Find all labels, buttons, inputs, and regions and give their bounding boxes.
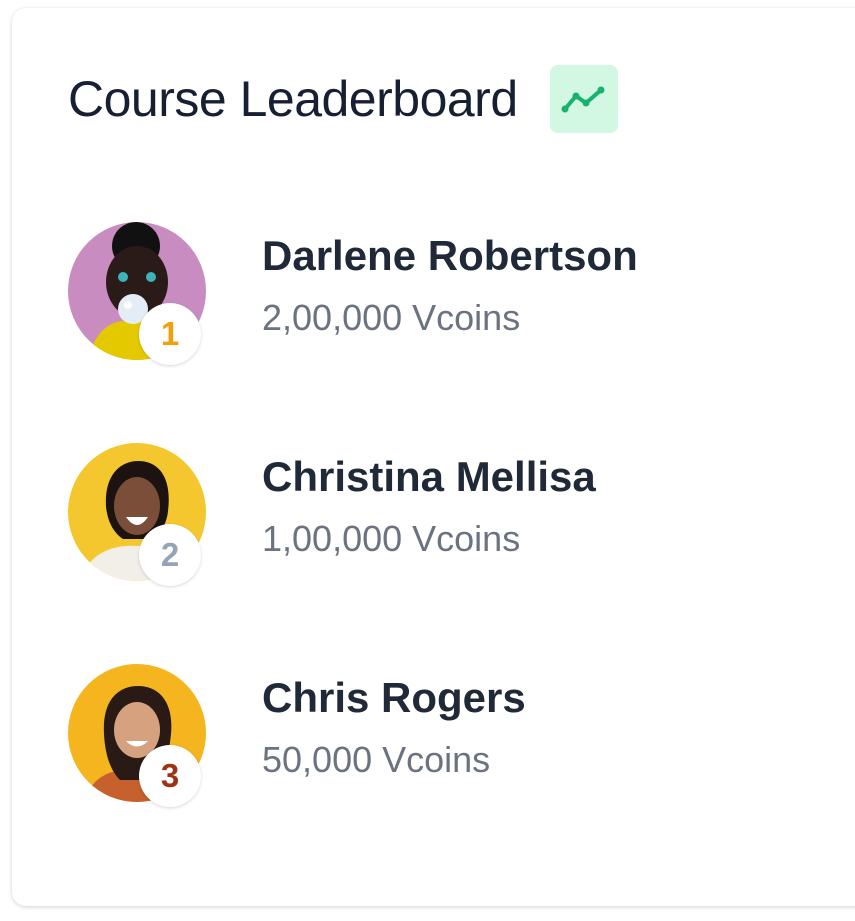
leaderboard-list: 1 Darlene Robertson 2,00,000 Vcoins 2 Ch…: [68, 222, 638, 885]
rank-badge: 2: [139, 524, 201, 586]
rank-number: 1: [160, 315, 180, 352]
trend-badge[interactable]: [549, 65, 618, 133]
leader-info: Darlene Robertson 2,00,000 Vcoins: [262, 222, 638, 336]
rank-badge: 3: [139, 745, 201, 807]
rank-number: 3: [160, 757, 180, 794]
rank-number: 2: [160, 536, 180, 573]
leader-coins: 50,000 Vcoins: [262, 739, 491, 781]
page-title: Course Leaderboard: [68, 71, 518, 127]
trend-line-icon: [561, 86, 605, 113]
leader-name: Christina Mellisa: [262, 453, 596, 500]
leaderboard-row[interactable]: 1 Darlene Robertson 2,00,000 Vcoins: [68, 222, 638, 365]
leaderboard-row[interactable]: 2 Christina Mellisa 1,00,000 Vcoins: [68, 443, 638, 586]
leaderboard-header: Course Leaderboard: [68, 64, 618, 134]
avatar-with-rank: 3: [68, 664, 206, 807]
leader-name: Chris Rogers: [262, 674, 526, 721]
leader-info: Chris Rogers 50,000 Vcoins: [262, 664, 526, 778]
leaderboard-row[interactable]: 3 Chris Rogers 50,000 Vcoins: [68, 664, 638, 807]
leader-coins: 2,00,000 Vcoins: [262, 297, 521, 339]
leaderboard-card: Course Leaderboard 1 Darlene Robertson 2…: [12, 8, 855, 906]
leader-name: Darlene Robertson: [262, 232, 638, 279]
leader-info: Christina Mellisa 1,00,000 Vcoins: [262, 443, 596, 557]
leader-coins: 1,00,000 Vcoins: [262, 518, 521, 560]
rank-badge: 1: [139, 303, 201, 365]
avatar-with-rank: 2: [68, 443, 206, 586]
avatar-with-rank: 1: [68, 222, 206, 365]
